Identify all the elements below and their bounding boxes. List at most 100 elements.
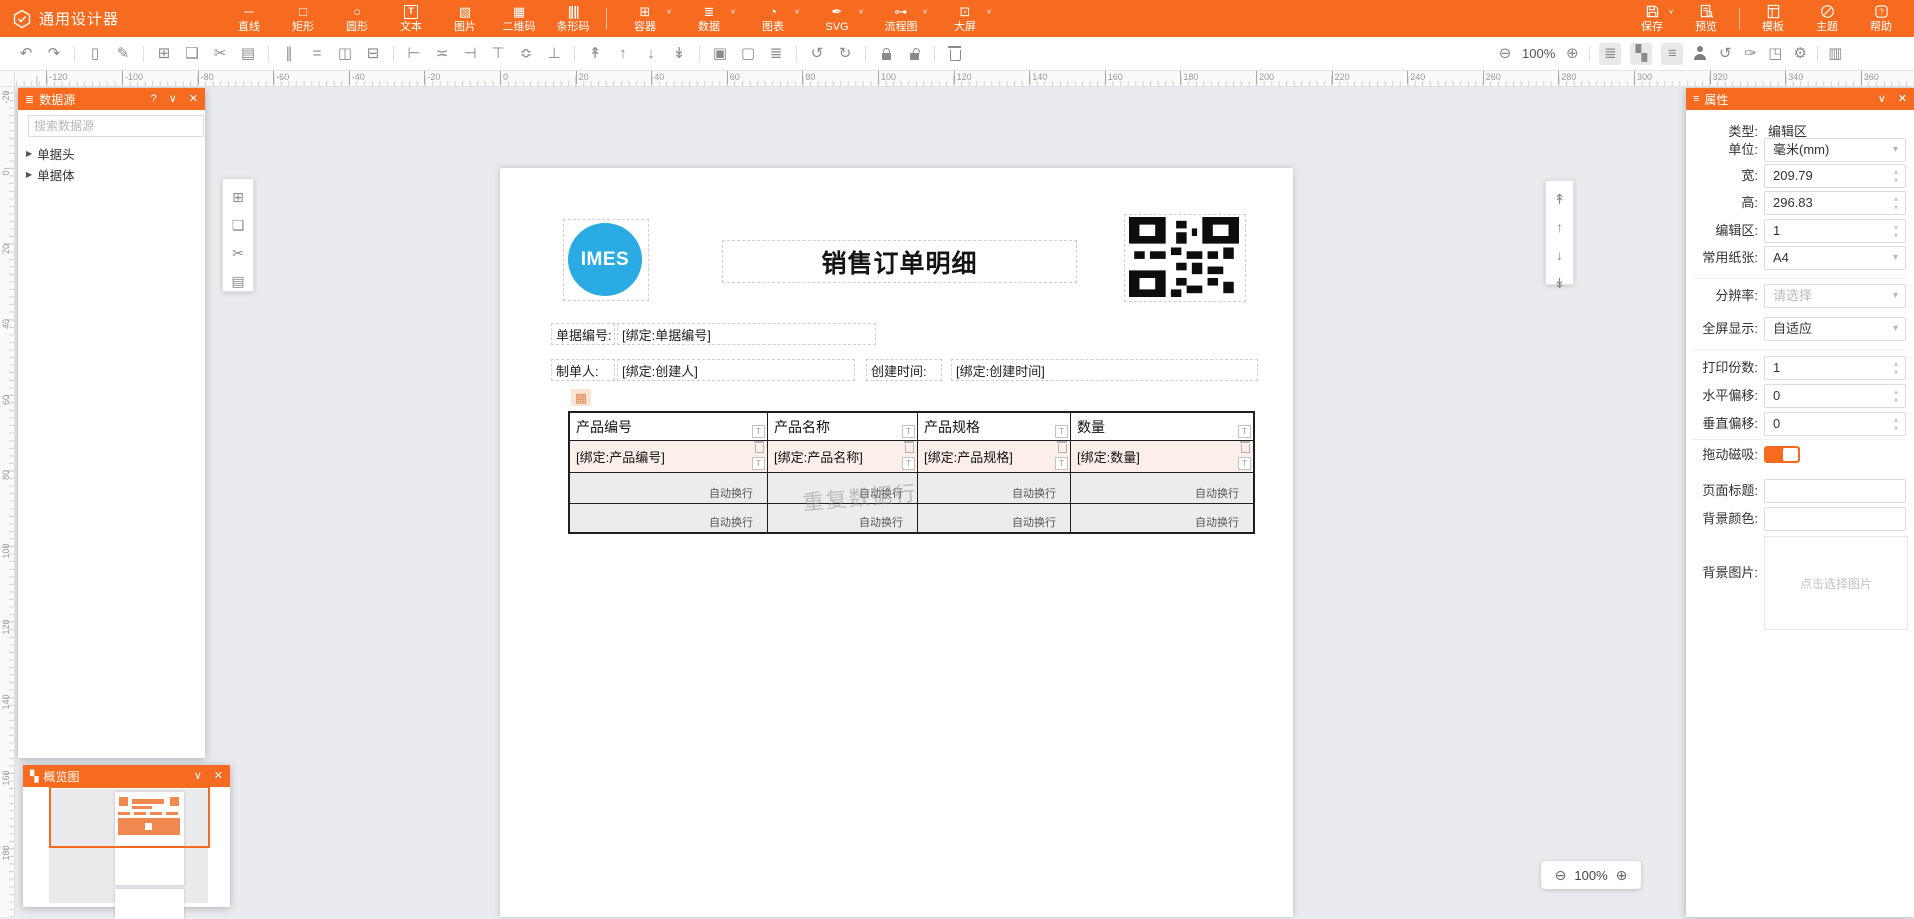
widget-view-icon[interactable]: ▚ — [1630, 43, 1652, 65]
template-button[interactable]: 模板 — [1746, 0, 1800, 37]
add-page-icon[interactable]: ⊞ — [230, 187, 246, 207]
stepper-icons[interactable] — [1891, 387, 1901, 407]
distribute-h-icon[interactable]: ∥ — [281, 44, 297, 64]
zoom-in-icon[interactable]: ⊕ — [1616, 867, 1628, 884]
rotate-left-icon[interactable]: ↺ — [809, 44, 825, 64]
field-label[interactable]: 单据编号: — [551, 323, 615, 345]
history-icon[interactable]: ↺ — [1717, 44, 1733, 64]
stepper-icons[interactable] — [1891, 222, 1901, 242]
drag-snap-toggle[interactable] — [1764, 446, 1800, 463]
tool-data[interactable]: ≣∨数据 — [677, 0, 741, 37]
header-cell[interactable]: 产品规格 — [918, 413, 1071, 440]
properties-panel-header[interactable]: ≡ 属性 ∨ ✕ — [1686, 88, 1914, 110]
stepper-icons[interactable] — [1891, 167, 1901, 187]
tool-rect[interactable]: □矩形 — [276, 0, 330, 37]
tool-qrcode[interactable]: ▦二维码 — [492, 0, 546, 37]
header-cell[interactable]: 数量 — [1071, 413, 1253, 440]
layers-view-icon[interactable]: ≣ — [1599, 43, 1621, 65]
paste-icon[interactable]: ▤ — [240, 44, 256, 64]
tool-container[interactable]: ⊞∨容器 — [613, 0, 677, 37]
merge-layer-icon[interactable]: ≣ — [768, 44, 784, 64]
plugin-icon[interactable]: ◳ — [1767, 44, 1783, 64]
paste-icon[interactable]: ▤ — [230, 271, 246, 291]
binding-cell[interactable]: [绑定:数量] — [1071, 441, 1253, 472]
trash-icon[interactable] — [905, 444, 914, 453]
trash-icon[interactable] — [1241, 444, 1250, 453]
move-up-icon[interactable]: ↑ — [615, 44, 631, 64]
bring-front-icon[interactable]: ↟ — [587, 44, 603, 64]
tool-svg[interactable]: ✒∨SVG — [805, 0, 869, 37]
align-bottom-icon[interactable]: ⊥ — [546, 44, 562, 64]
tool-bigscreen[interactable]: ⊡∨大屏 — [933, 0, 997, 37]
minimap-viewport[interactable] — [49, 786, 210, 848]
equal-width-icon[interactable]: ◫ — [337, 44, 353, 64]
field-label[interactable]: 制单人: — [551, 359, 615, 381]
rotate-right-icon[interactable]: ↻ — [837, 44, 853, 64]
zoom-level[interactable]: 100% — [1522, 44, 1555, 64]
distribute-v-icon[interactable]: = — [309, 44, 325, 64]
detail-table[interactable]: 产品编号 产品名称 产品规格 数量 [绑定:产品编号] [绑定:产品名称] [绑… — [568, 411, 1255, 534]
tool-line[interactable]: ─直线 — [222, 0, 276, 37]
send-back-icon[interactable]: ↡ — [1552, 273, 1568, 293]
field-label[interactable]: 创建时间: — [866, 359, 942, 381]
header-cell[interactable]: 产品名称 — [768, 413, 918, 440]
align-left-icon[interactable]: ⊢ — [406, 44, 422, 64]
print-copies-input[interactable]: 1 — [1764, 356, 1906, 380]
data-cell[interactable]: 自动换行 — [1071, 473, 1253, 503]
align-center-icon[interactable]: ≍ — [434, 44, 450, 64]
new-page-icon[interactable]: ▯ — [87, 44, 103, 64]
binding-cell[interactable]: [绑定:产品编号] — [570, 441, 768, 472]
stepper-icons[interactable] — [1891, 359, 1901, 379]
width-input[interactable]: 209.79 — [1764, 164, 1906, 188]
height-input[interactable]: 296.83 — [1764, 191, 1906, 215]
overview-panel-header[interactable]: ▚ 概览图 ∨ ✕ — [23, 765, 230, 787]
fullscreen-select[interactable]: 自适应 — [1764, 317, 1906, 341]
format-brush-icon[interactable]: ✎ — [115, 44, 131, 64]
bg-color-input[interactable] — [1764, 507, 1906, 531]
data-cell[interactable]: 自动换行 — [918, 504, 1071, 532]
move-down-icon[interactable]: ↓ — [643, 44, 659, 64]
delete-icon[interactable] — [947, 44, 963, 64]
zoom-out-icon[interactable]: ⊖ — [1555, 867, 1567, 884]
equal-height-icon[interactable]: ⊟ — [365, 44, 381, 64]
field-binding[interactable]: [绑定:单据编号] — [617, 323, 876, 345]
bg-image-picker[interactable]: 点击选择图片 — [1764, 536, 1908, 630]
unit-select[interactable]: 毫米(mm) — [1764, 138, 1906, 162]
align-middle-icon[interactable]: ≎ — [518, 44, 534, 64]
undo-icon[interactable]: ↶ — [18, 44, 34, 64]
caret-right-icon[interactable]: ▶ — [26, 149, 32, 158]
tool-circle[interactable]: ○圆形 — [330, 0, 384, 37]
tree-item-body[interactable]: ▶ 单据体 — [26, 164, 75, 184]
tree-item-header[interactable]: ▶ 单据头 — [26, 143, 75, 163]
cut-icon[interactable]: ✂ — [212, 44, 228, 64]
save-button[interactable]: 保存 ∨ — [1625, 0, 1679, 37]
trash-icon[interactable] — [755, 444, 764, 453]
zoom-in-icon[interactable]: ⊕ — [1564, 44, 1580, 64]
panel-toggle-icon[interactable]: ▥ — [1827, 44, 1843, 64]
tool-image[interactable]: ▧图片 — [438, 0, 492, 37]
zoom-out-icon[interactable]: ⊖ — [1497, 44, 1513, 64]
close-icon[interactable]: ✕ — [214, 765, 223, 787]
stepper-icons[interactable] — [1891, 415, 1901, 435]
redo-icon[interactable]: ↷ — [46, 44, 62, 64]
group-icon[interactable]: ▣ — [712, 44, 728, 64]
offset-x-input[interactable]: 0 — [1764, 384, 1906, 408]
preview-button[interactable]: 预览 — [1679, 0, 1733, 37]
ungroup-icon[interactable]: ▢ — [740, 44, 756, 64]
copy-icon[interactable]: ❏ — [184, 44, 200, 64]
header-cell[interactable]: 产品编号 — [570, 413, 768, 440]
binding-cell[interactable]: [绑定:产品名称] — [768, 441, 918, 472]
qrcode-element[interactable] — [1124, 214, 1246, 302]
trash-icon[interactable] — [1058, 444, 1067, 453]
user-icon[interactable] — [1692, 44, 1708, 64]
unlock-icon[interactable] — [906, 44, 922, 64]
binding-cell[interactable]: [绑定:产品规格] — [918, 441, 1071, 472]
copy-icon[interactable]: ❏ — [230, 215, 246, 235]
tool-text[interactable]: T文本 — [384, 0, 438, 37]
help-icon[interactable]: ? — [151, 88, 157, 110]
edit-area-input[interactable]: 1 — [1764, 219, 1906, 243]
collapse-icon[interactable]: ∨ — [169, 88, 177, 110]
tool-flowchart[interactable]: ⊶∨流程图 — [869, 0, 933, 37]
outline-view-icon[interactable]: ≡ — [1661, 43, 1683, 65]
cut-icon[interactable]: ✂ — [230, 243, 246, 263]
